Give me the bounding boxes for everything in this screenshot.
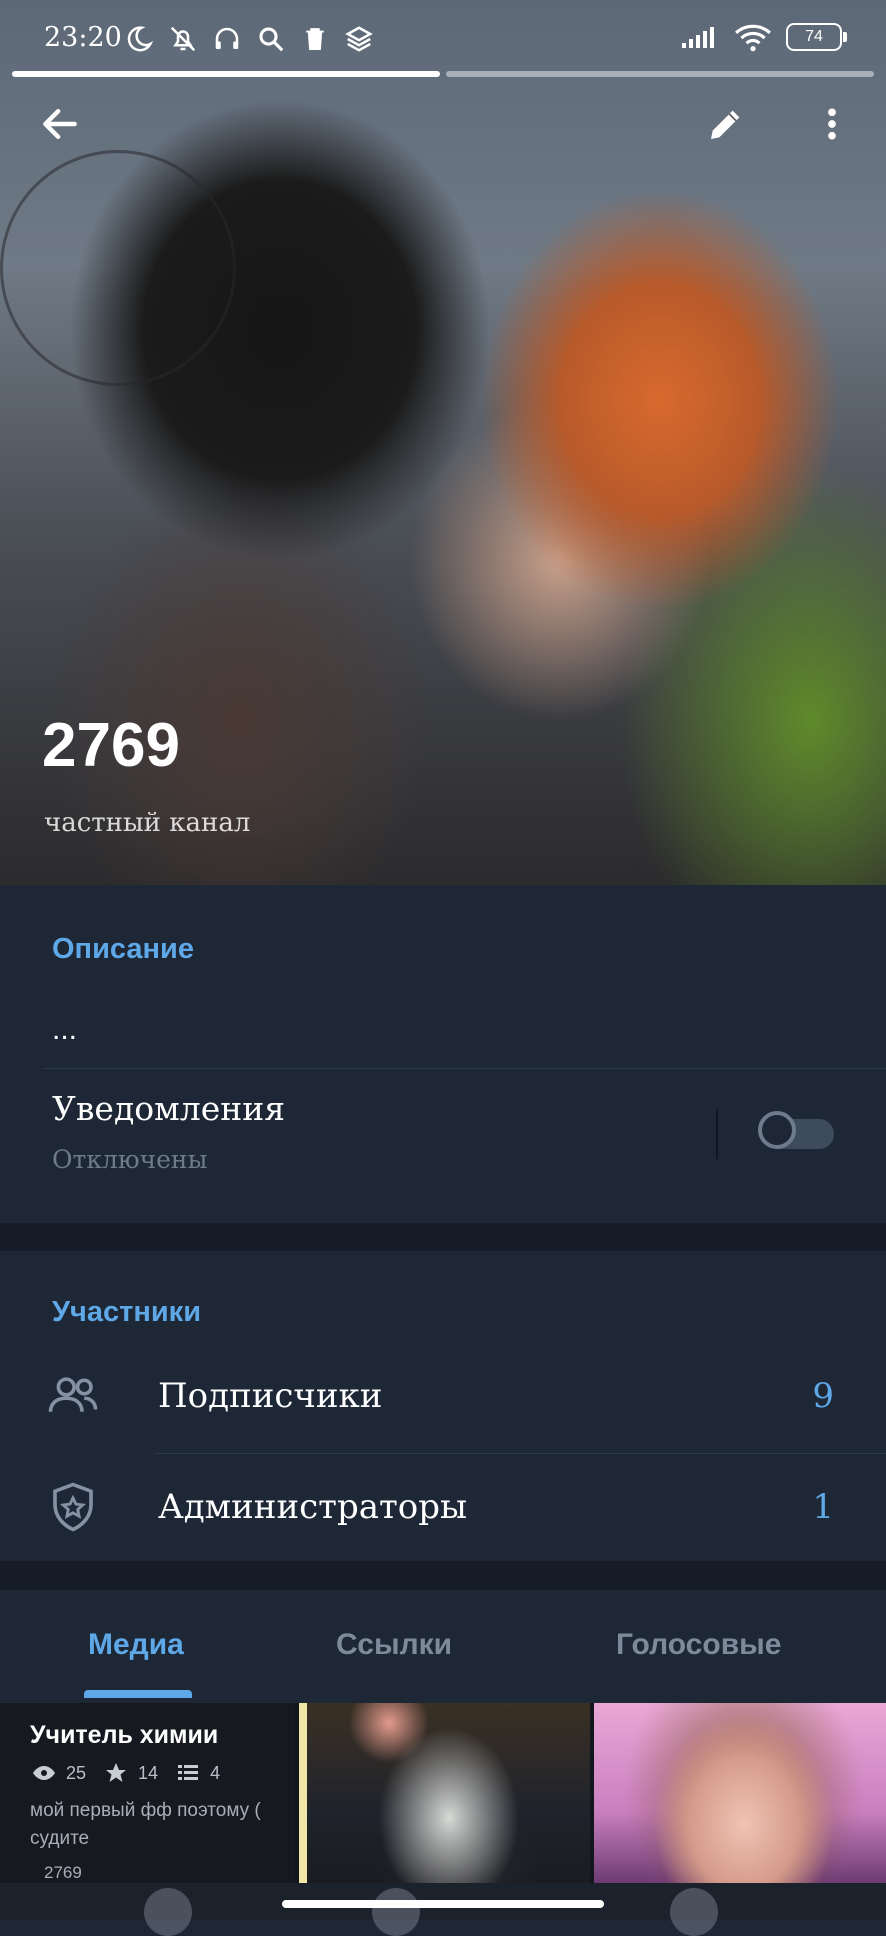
administrators-count: 1 — [812, 1487, 834, 1527]
subscribers-count: 9 — [812, 1376, 834, 1416]
status-icons-left — [124, 24, 374, 54]
star-icon — [106, 1763, 127, 1782]
muted-bell-icon — [170, 26, 196, 52]
list-icon — [178, 1765, 199, 1780]
post-channel: 2769 — [44, 1863, 82, 1882]
tab-voice[interactable]: Голосовые — [616, 1628, 781, 1662]
vertical-divider — [716, 1109, 718, 1159]
tab-media[interactable]: Медиа — [88, 1628, 184, 1662]
description-title: Описание — [52, 933, 194, 965]
nav-button[interactable] — [144, 1888, 192, 1936]
status-time: 23:20 — [44, 22, 122, 53]
active-tab-indicator — [84, 1690, 192, 1698]
description-text[interactable]: ... — [52, 1013, 77, 1047]
section-gap — [0, 1223, 886, 1251]
people-icon — [48, 1377, 98, 1412]
back-button[interactable] — [32, 96, 88, 152]
post-text-line2: судите — [30, 1828, 90, 1849]
more-options-button[interactable] — [804, 96, 860, 152]
signal-icon — [682, 27, 714, 48]
more-vertical-icon — [828, 108, 836, 140]
status-bar: 23:20 74 — [0, 0, 886, 70]
story-bar-active — [12, 71, 440, 77]
channel-title: 2769 — [42, 711, 180, 780]
info-section: Описание ... Уведомления Отключены — [0, 885, 886, 1223]
media-item-photo[interactable] — [594, 1703, 886, 1883]
post-parts: 4 — [210, 1762, 221, 1783]
channel-type-label: частный канал — [44, 808, 251, 838]
media-tabs: Медиа Ссылки Голосовые — [0, 1590, 886, 1700]
members-section: Участники Подписчики 9 Администраторы 1 — [0, 1251, 886, 1561]
administrators-label: Администраторы — [158, 1487, 468, 1527]
layers-icon — [345, 26, 373, 52]
subscribers-row[interactable]: Подписчики 9 — [0, 1343, 886, 1453]
post-text-line1: мой первый фф поэтому ( — [30, 1800, 261, 1821]
edit-button[interactable] — [698, 96, 754, 152]
media-item-post[interactable]: Учитель химии 25 14 4 мой первый фф поэт… — [0, 1703, 295, 1883]
post-views: 25 — [66, 1762, 87, 1783]
moon-icon — [127, 26, 154, 52]
story-bar — [446, 71, 874, 77]
nav-button[interactable] — [670, 1888, 718, 1936]
search-icon — [259, 27, 284, 52]
post-title: Учитель химии — [30, 1721, 219, 1749]
notifications-state: Отключены — [52, 1145, 208, 1174]
wifi-icon — [735, 24, 771, 52]
post-stars: 14 — [138, 1762, 159, 1783]
status-icons-right: 74 — [680, 22, 847, 52]
toggle-knob — [758, 1111, 796, 1149]
notifications-row[interactable]: Уведомления Отключены — [0, 1069, 886, 1223]
arrow-left-icon — [43, 108, 77, 140]
home-indicator[interactable] — [282, 1900, 604, 1908]
section-gap — [0, 1561, 886, 1590]
administrators-row[interactable]: Администраторы 1 — [0, 1454, 886, 1564]
media-grid: Учитель химии 25 14 4 мой первый фф поэт… — [0, 1703, 886, 1883]
eye-icon — [33, 1766, 55, 1780]
pencil-icon — [711, 110, 740, 139]
trash-icon — [306, 28, 324, 50]
members-title: Участники — [52, 1296, 202, 1328]
shield-star-icon — [53, 1482, 93, 1532]
post-text: мой первый фф поэтому ( судите — [30, 1797, 295, 1853]
battery-indicator: 74 — [786, 23, 847, 51]
headphones-icon — [215, 27, 239, 49]
ring-light — [0, 150, 236, 386]
post-stats: 25 14 4 — [32, 1761, 220, 1785]
subscribers-label: Подписчики — [158, 1376, 383, 1416]
tab-links[interactable]: Ссылки — [336, 1628, 452, 1662]
notifications-toggle[interactable] — [758, 1111, 834, 1153]
nav-button[interactable] — [372, 1888, 420, 1936]
story-progress-bars — [12, 71, 874, 77]
media-item-photo[interactable] — [299, 1703, 590, 1883]
notifications-label: Уведомления — [52, 1089, 286, 1128]
